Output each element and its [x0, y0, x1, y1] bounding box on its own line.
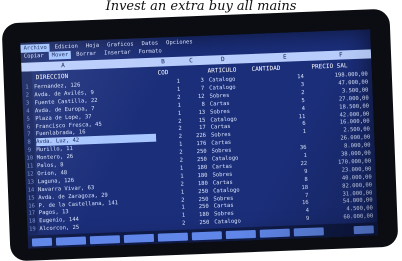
col-letter-e[interactable]: E: [283, 53, 287, 62]
col-letter-a[interactable]: A: [61, 61, 65, 70]
header-direccion: DIRECCION: [35, 73, 69, 82]
col-letter-d[interactable]: D: [221, 55, 225, 64]
fkey-f7[interactable]: [225, 229, 256, 240]
cell-rn: 19: [29, 226, 36, 233]
spreadsheet-screen: Archivo Edicion Hoja Graficos Datos Opciones …: [20, 29, 378, 249]
submenu-item-formato[interactable]: Formato: [135, 47, 164, 56]
fkey-f1[interactable]: [31, 237, 53, 247]
fkey-f2[interactable]: [55, 236, 87, 246]
fkey-f4[interactable]: [123, 233, 155, 243]
header-articulo: ARTICULO: [207, 66, 237, 75]
submenu-item-borrar[interactable]: Borrar: [73, 50, 99, 59]
fkey-f3[interactable]: [89, 235, 121, 245]
fkey-f5[interactable]: [157, 232, 189, 242]
fkey-f6[interactable]: [191, 231, 223, 241]
cell-num[interactable]: 9: [279, 215, 310, 224]
col-letter-f[interactable]: F: [339, 50, 343, 59]
header-cod: COD: [157, 69, 169, 77]
submenu-item-insertar[interactable]: Insertar: [101, 48, 134, 57]
header-precio: PRECIO SAL: [311, 62, 348, 71]
fkey-f9[interactable]: [293, 227, 324, 237]
menu-item-opciones[interactable]: Opciones: [163, 38, 196, 47]
col-letter-b[interactable]: B: [161, 57, 165, 66]
monitor-bezel: Archivo Edicion Hoja Graficos Datos Opciones …: [1, 8, 399, 261]
submenu-item-mover[interactable]: Mover: [48, 50, 72, 60]
col-letter-c[interactable]: C: [189, 56, 193, 65]
cell-price[interactable]: 60.000,00: [321, 213, 373, 223]
cell-grid[interactable]: DIRECCION COD ARTICULO CANTIDAD PRECIO S…: [21, 58, 377, 234]
cell-code[interactable]: 2: [167, 220, 186, 229]
cell-num[interactable]: [276, 136, 306, 137]
fkey-f10[interactable]: [353, 225, 374, 235]
cell-desc[interactable]: Catalogo: [214, 216, 272, 226]
fkey-f8[interactable]: [259, 228, 290, 238]
header-cantidad: CANTIDAD: [251, 64, 281, 73]
cell-qty[interactable]: 250: [191, 219, 209, 228]
submenu-item-copiar[interactable]: Copiar: [21, 52, 47, 61]
